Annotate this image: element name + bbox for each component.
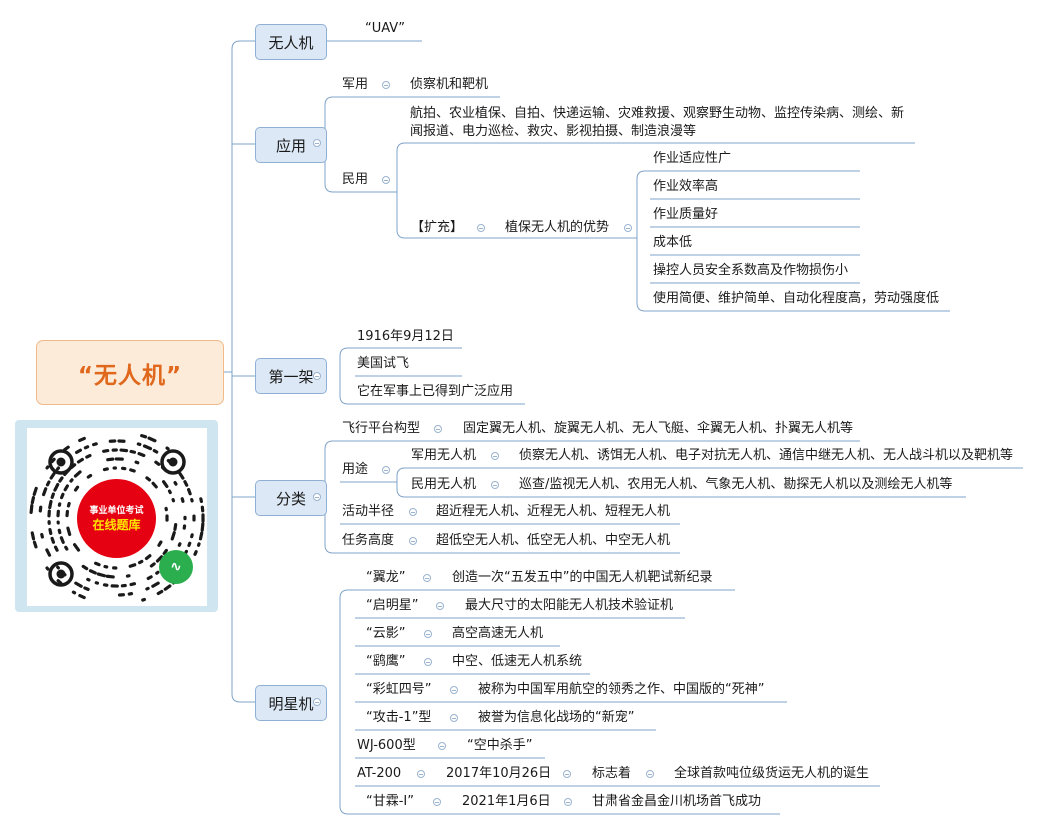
branch-first-label: 第一架 — [268, 367, 314, 386]
first-usage: 它在军事上已得到广泛应用 — [357, 384, 514, 399]
star-name: “启明星” — [366, 598, 419, 613]
star-name: “彩虹四号” — [366, 682, 432, 697]
collapse-icon[interactable] — [491, 481, 499, 489]
qr-code-card: 事业单位考试 在线题库 ∿ — [15, 420, 218, 612]
collapse-icon[interactable] — [450, 714, 458, 722]
star-desc: 被称为中国军用航空的领秀之作、中国版的“死神” — [478, 682, 765, 697]
cls-civ-desc: 巡查/监视无人机、农用无人机、气象无人机、勘探无人机以及测绘无人机等 — [519, 477, 953, 492]
root-node[interactable]: “无人机” — [36, 340, 224, 405]
star-desc: 被誉为信息化战场的“新宠” — [478, 710, 635, 725]
advantage-item: 作业适应性广 — [653, 151, 732, 166]
app-civil-desc: 航拍、农业植保、自拍、快递运输、灾难救援、观察野生动物、监控传染病、测绘、新闻报… — [410, 106, 905, 139]
qr-line2: 在线题库 — [92, 517, 141, 532]
collapse-icon[interactable] — [313, 493, 321, 501]
branch-application-label: 应用 — [275, 136, 306, 155]
app-military-desc: 侦察机和靶机 — [410, 77, 489, 92]
qr-line1: 事业单位考试 — [89, 505, 144, 516]
star-desc: “空中杀手” — [467, 738, 533, 753]
app-military: 军用 — [342, 77, 369, 92]
branch-classification-label: 分类 — [275, 489, 306, 508]
cls-civ: 民用无人机 — [411, 477, 477, 492]
collapse-icon[interactable] — [436, 602, 444, 610]
first-date: 1916年9月12日 — [357, 329, 454, 344]
collapse-icon[interactable] — [382, 176, 390, 184]
cls-mil: 军用无人机 — [411, 448, 477, 463]
advantage-item: 成本低 — [653, 235, 693, 250]
root-title: “无人机” — [77, 362, 183, 389]
cls-platform-desc: 固定翼无人机、旋翼无人机、无人飞艇、伞翼无人机、扑翼无人机等 — [463, 421, 854, 436]
mini-program-icon: ∿ — [159, 550, 193, 584]
collapse-icon[interactable] — [424, 630, 432, 638]
cls-alt: 任务高度 — [342, 533, 395, 548]
collapse-icon[interactable] — [563, 770, 571, 778]
collapse-icon[interactable] — [477, 224, 485, 232]
collapse-icon[interactable] — [382, 466, 390, 474]
cls-use: 用途 — [342, 462, 369, 477]
collapse-icon[interactable] — [433, 798, 441, 806]
star-date: 2017年10月26日 — [446, 766, 552, 781]
star-name: “翼龙” — [366, 570, 406, 585]
star-desc: 全球首款吨位级货运无人机的诞生 — [674, 766, 870, 781]
advantage-item: 使用简便、维护简单、自动化程度高，劳动强度低 — [653, 291, 940, 306]
star-desc: 创造一次“五发五中”的中国无人机靶试新纪录 — [452, 570, 713, 585]
star-desc: 最大尺寸的太阳能无人机技术验证机 — [465, 598, 674, 613]
collapse-icon[interactable] — [313, 372, 321, 380]
connector — [339, 589, 355, 815]
branch-star-label: 明星机 — [268, 694, 314, 713]
app-advantage-title: 植保无人机的优势 — [505, 220, 610, 235]
collapse-icon[interactable] — [424, 658, 432, 666]
star-name: WJ-600型 — [357, 738, 416, 753]
qr-center-badge: 事业单位考试 在线题库 — [77, 479, 156, 558]
star-name: “鹞鹰” — [366, 654, 406, 669]
connector — [396, 467, 410, 498]
collapse-icon[interactable] — [646, 770, 654, 778]
collapse-icon[interactable] — [409, 508, 417, 516]
star-desc: 高空高速无人机 — [452, 626, 544, 641]
connector — [324, 440, 340, 554]
collapse-icon[interactable] — [450, 686, 458, 694]
star-name: “云影” — [366, 626, 406, 641]
connector — [324, 96, 340, 193]
advantage-item: 作业效率高 — [653, 179, 719, 194]
star-desc: 甘肃省金昌金川机场首飞成功 — [592, 794, 762, 809]
collapse-icon[interactable] — [417, 770, 425, 778]
collapse-icon[interactable] — [624, 224, 632, 232]
collapse-icon[interactable] — [423, 574, 431, 582]
cls-radius: 活动半径 — [342, 504, 395, 519]
collapse-icon[interactable] — [438, 742, 446, 750]
uav-name: “UAV” — [365, 21, 405, 36]
collapse-icon[interactable] — [564, 798, 572, 806]
cls-mil-desc: 侦察无人机、诱饵无人机、电子对抗无人机、通信中继无人机、无人战斗机以及靶机等 — [519, 448, 1014, 463]
cls-radius-desc: 超近程无人机、近程无人机、短程无人机 — [436, 504, 671, 519]
star-name: AT-200 — [357, 766, 402, 781]
star-name: “攻击-1”型 — [366, 710, 432, 725]
collapse-icon[interactable] — [313, 698, 321, 706]
cls-platform: 飞行平台构型 — [342, 421, 421, 436]
app-expand: 【扩充】 — [411, 220, 464, 235]
collapse-icon[interactable] — [382, 81, 390, 89]
connector — [636, 170, 650, 312]
qr-code: 事业单位考试 在线题库 ∿ — [27, 428, 207, 606]
advantage-item: 作业质量好 — [653, 207, 719, 222]
star-desc: 中空、低速无人机系统 — [452, 654, 583, 669]
star-name: “甘霖-I” — [366, 794, 414, 809]
star-mark: 标志着 — [592, 766, 632, 781]
collapse-icon[interactable] — [313, 139, 321, 147]
star-date: 2021年1月6日 — [462, 794, 551, 809]
connector — [396, 142, 410, 239]
branch-uav[interactable]: 无人机 — [255, 24, 327, 60]
collapse-icon[interactable] — [491, 452, 499, 460]
cls-alt-desc: 超低空无人机、低空无人机、中空无人机 — [436, 533, 671, 548]
collapse-icon[interactable] — [434, 425, 442, 433]
branch-uav-label: 无人机 — [268, 33, 314, 52]
advantage-item: 操控人员安全系数高及作物损伤小 — [653, 263, 849, 278]
connector — [231, 40, 255, 703]
app-civil: 民用 — [342, 172, 369, 187]
collapse-icon[interactable] — [409, 537, 417, 545]
first-place: 美国试飞 — [357, 356, 410, 371]
connector — [339, 347, 355, 405]
